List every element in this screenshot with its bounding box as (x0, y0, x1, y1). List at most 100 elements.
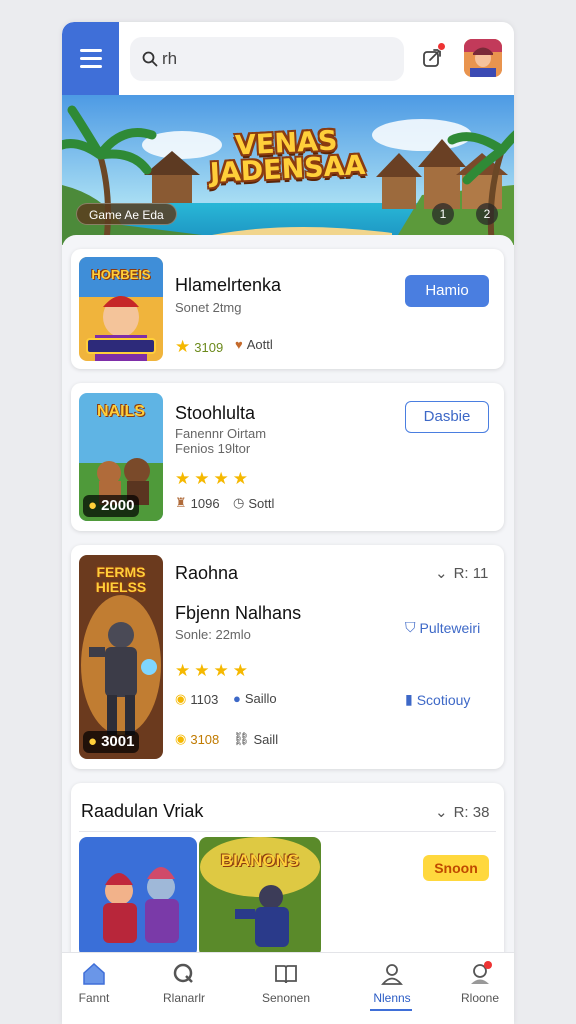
nav-item-search[interactable]: Rlanarlr (144, 961, 224, 1005)
star-icon: ★ (175, 661, 191, 680)
divider (79, 831, 496, 832)
home-icon (83, 962, 105, 985)
coin-value: 2000 (101, 497, 135, 514)
game-thumbnail-title: FERMS HIELSS (95, 564, 147, 595)
nav-item-account[interactable]: Rloone (440, 961, 514, 1005)
star-icon: ★ (194, 661, 210, 680)
banner-tag[interactable]: Game Ae Eda (76, 203, 177, 225)
hamburger-line (79, 49, 102, 52)
game-subtitle: Fanennr Oirtam (175, 426, 267, 441)
chevron-down-icon[interactable]: ⌄ (435, 564, 448, 582)
game-rating: ★ 3109 (175, 337, 223, 357)
nav-item-home[interactable]: Fannt (62, 961, 134, 1005)
nav-item-profile[interactable]: Nlenns (352, 961, 432, 1005)
avatar-image (464, 39, 502, 77)
game-thumbnail-title: HORBEIS (91, 267, 151, 282)
status-badge[interactable]: Snoon (423, 855, 489, 881)
details-button[interactable]: Dasbie (405, 401, 489, 433)
search-input[interactable]: rh (130, 37, 404, 81)
star-icon: ★ (175, 469, 191, 488)
stat-value: 1096 (190, 495, 220, 511)
stat-value: Saillo (244, 691, 277, 706)
stat-value: 3108 (190, 731, 220, 747)
top-bar: rh (62, 22, 514, 95)
nav-item-library[interactable]: Senonen (246, 961, 326, 1005)
star-icon: ★ (232, 469, 248, 488)
banner-prev-button[interactable]: 1 (432, 203, 454, 225)
game-stat: ♥ Aottl (235, 337, 273, 352)
stat-value: Aottl (246, 337, 273, 352)
hamburger-line (79, 65, 102, 68)
coin-icon: ◉ (175, 731, 187, 746)
game-title: Stoohlulta (175, 403, 256, 423)
action-link-label: Pulteweiri (419, 619, 481, 636)
star-icon: ★ (213, 661, 229, 680)
book-icon (275, 965, 297, 984)
game-subtitle-secondary: Fenios 19ltor (175, 441, 251, 456)
bookmark-icon: ▮ (405, 691, 413, 707)
game-card[interactable]: NAILS ● 2000 Stoohlulta Fanennr Oirtam F… (71, 383, 504, 531)
banner-next-button[interactable]: 2 (476, 203, 498, 225)
game-thumbnail-title: BIANONS (220, 851, 300, 870)
hero-banner[interactable]: VENAS JADENSAA Game Ae Eda 1 2 (62, 95, 514, 245)
nav-label: Nlenns (373, 991, 411, 1005)
star-icon: ★ (213, 469, 229, 488)
game-rating-stars: ★ ★ ★ ★ (175, 661, 248, 681)
action-link[interactable]: ▮ Scotiouy (405, 691, 470, 708)
game-thumbnail-art (79, 837, 197, 957)
play-button[interactable]: Hamio (405, 275, 489, 307)
coin-counter: ● 3001 (83, 731, 140, 753)
game-stat: ⛓ Saill (233, 731, 278, 747)
nav-label: Rlanarlr (162, 991, 205, 1005)
game-thumbnail[interactable]: HORBEIS (79, 257, 163, 361)
nav-label: Senonen (261, 991, 311, 1005)
star-icon: ★ (194, 469, 210, 488)
active-tab-indicator (370, 1009, 412, 1011)
coin-value: 3001 (101, 733, 135, 750)
action-link-label: Scotiouy (416, 691, 471, 708)
game-thumbnail[interactable]: NAILS ● 2000 (79, 393, 163, 521)
stat-value: 1103 (190, 691, 219, 707)
account-icon (471, 961, 492, 984)
section-meta: ⌄ R: 38 (435, 803, 490, 822)
rating-value: 3109 (194, 339, 224, 355)
game-thumbnail[interactable]: BIANONS (199, 837, 321, 957)
info-icon: ● (233, 691, 241, 706)
nav-label: Fannt (78, 991, 110, 1005)
game-stat: ◷ Sottl (233, 495, 274, 511)
coin-icon: ● (88, 733, 98, 750)
meta-value: R: 38 (453, 803, 490, 821)
search-icon (173, 963, 193, 983)
game-stat: ● Saillo (233, 691, 277, 706)
stat-value: Saill (253, 731, 279, 747)
clock-icon: ◷ (233, 495, 245, 510)
game-card[interactable]: HORBEIS Hlamelrtenka Sonet 2tmg ★ 3109 ♥… (71, 249, 504, 369)
app-screen: rh VENAS JADENSAA Game Ae Eda 1 2 HORBEI… (62, 22, 514, 1024)
game-meta: ⌄ R: 11 (435, 564, 489, 583)
notification-dot (437, 42, 446, 51)
coin-counter: ● 2000 (83, 495, 140, 517)
game-thumbnail[interactable]: FERMS HIELSS ● 3001 (79, 555, 163, 759)
user-icon (381, 964, 403, 985)
game-thumbnail-title: NAILS (97, 403, 145, 420)
search-icon (142, 51, 158, 67)
heart-icon: ♥ (235, 337, 243, 352)
game-list: HORBEIS Hlamelrtenka Sonet 2tmg ★ 3109 ♥… (62, 235, 514, 983)
stat-value: Sottl (248, 495, 275, 511)
star-icon: ★ (232, 661, 248, 680)
game-subtitle-secondary: Sonle: 22mlo (175, 627, 251, 642)
menu-button[interactable] (62, 22, 119, 95)
game-thumbnail[interactable] (79, 837, 197, 957)
section-title: Raadulan Vriak (81, 801, 204, 821)
meta-value: R: 11 (453, 564, 489, 582)
star-icon: ★ (175, 337, 191, 356)
avatar[interactable] (464, 39, 502, 77)
game-card[interactable]: FERMS HIELSS ● 3001 Raohna ⌄ R: 11 Fbjen… (71, 545, 504, 769)
tag-icon: ⛉ (405, 619, 416, 635)
action-link[interactable]: ⛉ Pulteweiri (405, 619, 480, 636)
chevron-down-icon[interactable]: ⌄ (435, 803, 448, 821)
game-subtitle: Sonet 2tmg (175, 300, 242, 315)
game-stat: ◉ 3108 (175, 731, 219, 747)
link-icon: ⛓ (233, 731, 250, 746)
game-subtitle: Fbjenn Nalhans (175, 603, 302, 623)
